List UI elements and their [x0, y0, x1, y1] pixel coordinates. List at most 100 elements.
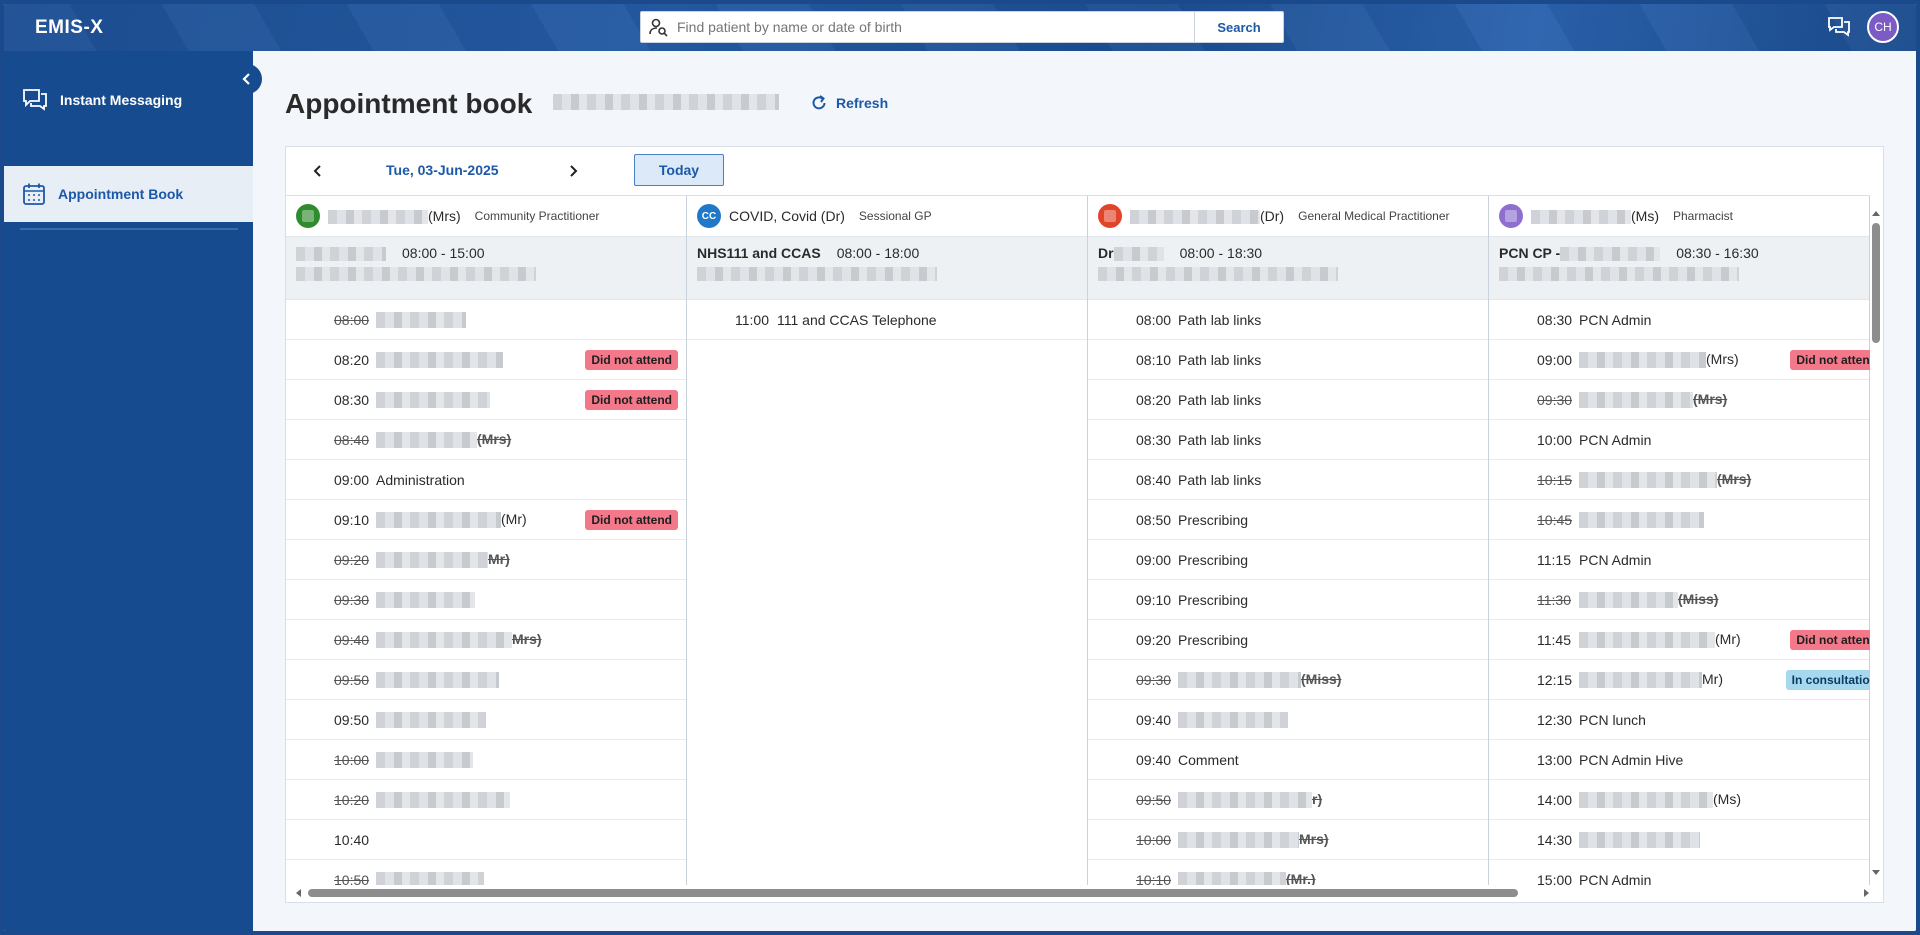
search-button[interactable]: Search — [1194, 11, 1284, 43]
appointment-slot[interactable]: 10:45 — [1489, 500, 1869, 540]
patient-title: Mrs) — [512, 630, 542, 647]
session-time: 08:00 - 18:30 — [1179, 245, 1263, 262]
redacted-patient-name — [376, 632, 512, 649]
vertical-scroll-thumb[interactable] — [1872, 223, 1880, 343]
slot-time: 09:40 — [1136, 711, 1172, 728]
appointment-slot[interactable]: 09:50 r) — [1088, 780, 1488, 820]
sidebar-item-appointment-book[interactable]: Appointment Book — [4, 166, 253, 222]
appointment-slot[interactable]: 10:50 — [286, 860, 686, 885]
redacted-name — [328, 210, 428, 225]
appointment-slot[interactable]: 08:00 Path lab links — [1088, 300, 1488, 340]
clinician-column: (Dr) General Medical Practitioner Dr 08:00 … — [1088, 196, 1489, 885]
appointment-slot[interactable]: 09:40 — [1088, 700, 1488, 740]
clinician-column: CC COVID, Covid (Dr) Sessional GP NHS111 an… — [687, 196, 1088, 885]
slot-description: Prescribing — [1178, 512, 1248, 528]
appointment-slot[interactable]: 10:10 (Mr.) — [1088, 860, 1488, 885]
appointment-slot[interactable]: 08:50 Prescribing — [1088, 500, 1488, 540]
session-header[interactable]: PCN CP - 08:30 - 16:30 — [1489, 237, 1869, 300]
redacted-patient-name — [376, 312, 466, 329]
appointment-slot[interactable]: 11:15 PCN Admin — [1489, 540, 1869, 580]
session-header[interactable]: Dr 08:00 - 18:30 — [1088, 237, 1488, 300]
appointment-slot[interactable]: 09:00 Administration — [286, 460, 686, 500]
appointment-slot[interactable]: 08:40 Path lab links — [1088, 460, 1488, 500]
user-avatar[interactable]: CH — [1867, 11, 1899, 43]
appointment-slot[interactable]: 10:40 — [286, 820, 686, 860]
appointment-slot[interactable]: 11:30 (Miss) — [1489, 580, 1869, 620]
appointment-slot[interactable]: 08:30 PCN Admin — [1489, 300, 1869, 340]
appointment-slot[interactable]: 15:00 PCN Admin — [1489, 860, 1869, 886]
search-box[interactable] — [640, 11, 1194, 43]
appointment-slot[interactable]: 08:00 — [286, 300, 686, 340]
sidebar-item-instant-messaging[interactable]: Instant Messaging — [4, 72, 253, 128]
horizontal-scrollbar[interactable] — [286, 885, 1883, 901]
appointment-slot[interactable]: 08:40 (Mrs) — [286, 420, 686, 460]
clinician-header[interactable]: CC COVID, Covid (Dr) Sessional GP — [687, 196, 1087, 237]
appointment-slot[interactable]: 10:00 Mrs) — [1088, 820, 1488, 860]
slot-description: PCN Admin — [1579, 552, 1651, 568]
session-header[interactable]: NHS111 and CCAS 08:00 - 18:00 — [687, 237, 1087, 300]
current-date[interactable]: Tue, 03-Jun-2025 — [386, 162, 499, 178]
slot-time: 10:40 — [334, 831, 370, 848]
date-navigator: Tue, 03-Jun-2025 Today — [286, 147, 1883, 195]
session-header[interactable]: 08:00 - 15:00 — [286, 237, 686, 300]
slot-description: (Mrs) — [1579, 471, 1751, 489]
clinician-header[interactable]: (Ms) Pharmacist — [1489, 196, 1869, 237]
appointment-slot[interactable]: 09:50 — [286, 660, 686, 700]
clinician-header[interactable]: (Dr) General Medical Practitioner — [1088, 196, 1488, 237]
appointment-slot[interactable]: 09:50 — [286, 700, 686, 740]
vertical-scrollbar[interactable] — [1871, 205, 1881, 885]
appointment-slot[interactable]: 09:30 (Mrs) — [1489, 380, 1869, 420]
appointment-slot[interactable]: 11:45 (Mr) Did not attend — [1489, 620, 1870, 660]
clinician-name: (Dr) — [1130, 208, 1284, 225]
appointment-slot[interactable]: 09:10 (Mr) Did not attend — [286, 500, 686, 540]
appointment-slot[interactable]: 09:40 Mrs) — [286, 620, 686, 660]
appointment-slot[interactable]: 14:00 (Ms) — [1489, 780, 1869, 820]
clinician-role: Sessional GP — [858, 209, 932, 223]
search-input[interactable] — [677, 19, 1177, 35]
appointment-slot[interactable]: 09:20 Mr) — [286, 540, 686, 580]
appointment-slot[interactable]: 08:30 Did not attend — [286, 380, 686, 420]
horizontal-scroll-thumb[interactable] — [308, 889, 1518, 897]
sidebar-divider — [20, 228, 238, 230]
appointment-slot[interactable]: 08:10 Path lab links — [1088, 340, 1488, 380]
redacted-patient-name — [1579, 392, 1693, 409]
slot-description: Prescribing — [1178, 632, 1248, 648]
appointment-slot[interactable]: 10:00 — [286, 740, 686, 780]
redacted-patient-name — [376, 352, 503, 369]
appointment-slot[interactable]: 09:40 Comment — [1088, 740, 1488, 780]
appointment-slot[interactable]: 09:30 — [286, 580, 686, 620]
appointment-slot[interactable]: 08:30 Path lab links — [1088, 420, 1488, 460]
sidebar-collapse-button[interactable] — [232, 64, 262, 94]
appointment-slot[interactable]: 10:15 (Mrs) — [1489, 460, 1869, 500]
appointment-slot[interactable]: 09:00 Prescribing — [1088, 540, 1488, 580]
slot-type: PCN Admin Hive — [1579, 751, 1684, 768]
appointment-slot[interactable]: 08:20 Did not attend — [286, 340, 686, 380]
slot-time: 10:50 — [334, 871, 370, 886]
messages-icon[interactable] — [1827, 16, 1851, 38]
slot-time: 09:00 — [334, 471, 370, 488]
today-button[interactable]: Today — [634, 154, 724, 186]
appointment-slot[interactable]: 14:30 — [1489, 820, 1869, 860]
clinician-avatar — [1499, 204, 1523, 228]
clinician-column: (Ms) Pharmacist PCN CP - 08:30 - 16:30 08:30… — [1489, 196, 1870, 885]
appointment-slot[interactable]: 10:00 PCN Admin — [1489, 420, 1869, 460]
next-day-button[interactable] — [563, 161, 583, 181]
appointment-slot[interactable]: 09:00 (Mrs) Did not attend — [1489, 340, 1870, 380]
chevron-right-icon — [570, 165, 578, 177]
slot-description — [376, 351, 503, 369]
patient-title: Mr) — [488, 550, 510, 567]
slot-description — [376, 711, 486, 729]
clinician-header[interactable]: (Mrs) Community Practitioner — [286, 196, 686, 237]
appointment-slot[interactable]: 12:30 PCN lunch — [1489, 700, 1869, 740]
refresh-button[interactable]: Refresh — [810, 94, 888, 112]
appointment-slot[interactable]: 12:15 Mr) In consultation — [1489, 660, 1870, 700]
slot-description: r) — [1178, 791, 1322, 809]
previous-day-button[interactable] — [308, 161, 328, 181]
appointment-slot[interactable]: 09:30 (Miss) — [1088, 660, 1488, 700]
appointment-slot[interactable]: 13:00 PCN Admin Hive — [1489, 740, 1869, 780]
appointment-slot[interactable]: 09:10 Prescribing — [1088, 580, 1488, 620]
appointment-slot[interactable]: 09:20 Prescribing — [1088, 620, 1488, 660]
appointment-slot[interactable]: 08:20 Path lab links — [1088, 380, 1488, 420]
appointment-slot[interactable]: 11:00 111 and CCAS Telephone — [687, 300, 1087, 340]
appointment-slot[interactable]: 10:20 — [286, 780, 686, 820]
